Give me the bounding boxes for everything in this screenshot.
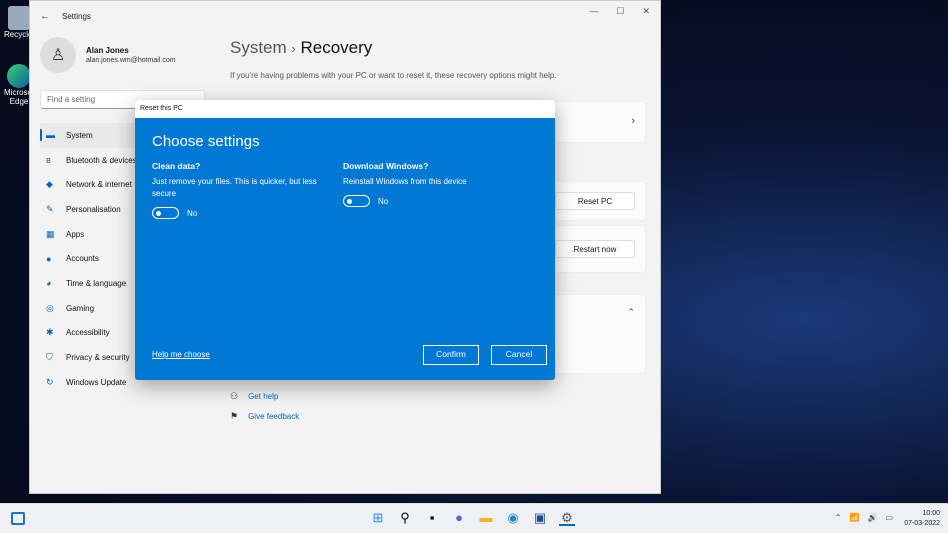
title-bar: ← Settings xyxy=(30,1,660,31)
back-button[interactable]: ← xyxy=(40,11,50,22)
download-windows-state: No xyxy=(378,196,389,206)
clean-data-title: Clean data? xyxy=(152,161,201,171)
sidebar-item-label: Gaming xyxy=(66,303,95,313)
get-help-icon: ⚇ xyxy=(230,391,239,401)
page-title: Recovery xyxy=(300,38,373,57)
update-icon: ↻ xyxy=(46,376,54,387)
minimize-button[interactable]: — xyxy=(589,6,598,17)
sidebar-item-label: Time & language xyxy=(66,278,127,288)
chevron-up-icon[interactable]: ⌃ xyxy=(835,513,842,522)
network-icon[interactable]: 📶 xyxy=(850,513,860,522)
settings-icon[interactable]: ⚙ xyxy=(559,510,575,526)
taskbar: ⊞ ⚲ ▪ ● ▬ ◉ ▣ ⚙ ⌃ 📶 🔊 ▭ 10:00 07-03-2022 xyxy=(0,503,948,533)
wifi-icon: ◆ xyxy=(46,179,53,190)
breadcrumb-system[interactable]: System xyxy=(230,38,287,57)
bluetooth-icon: ʙ xyxy=(46,155,51,166)
breadcrumb-separator: › xyxy=(291,41,296,56)
reset-pc-button[interactable]: Reset PC xyxy=(555,192,635,210)
download-windows-desc: Reinstall Windows from this device xyxy=(343,177,467,186)
download-windows-section: Download Windows? Reinstall Windows from… xyxy=(343,161,533,207)
download-windows-title: Download Windows? xyxy=(343,161,429,171)
sidebar-item-label: Bluetooth & devices xyxy=(66,155,137,165)
avatar: ♙ xyxy=(40,37,76,73)
sidebar-item-label: Network & internet xyxy=(66,180,132,190)
clean-data-toggle[interactable] xyxy=(152,207,179,219)
dialog-heading: Choose settings xyxy=(152,133,260,150)
sidebar-item-label: Privacy & security xyxy=(66,353,130,363)
file-explorer-icon[interactable]: ▬ xyxy=(478,510,494,526)
sidebar-item-label: Windows Update xyxy=(66,377,127,387)
apps-icon: ▦ xyxy=(46,228,55,239)
download-windows-toggle[interactable] xyxy=(343,195,370,207)
chevron-up-icon[interactable]: ⌃ xyxy=(627,307,635,318)
reset-pc-dialog: Reset this PC Choose settings Clean data… xyxy=(135,100,555,380)
system-icon: ▬ xyxy=(46,130,55,141)
help-me-choose-link[interactable]: Help me choose xyxy=(152,350,210,359)
edge-icon[interactable]: ◉ xyxy=(505,510,521,526)
brush-icon: ✎ xyxy=(46,203,54,214)
sidebar-item-label: Accounts xyxy=(66,254,99,264)
user-name: Alan Jones xyxy=(86,46,129,55)
cancel-button[interactable]: Cancel xyxy=(491,345,547,365)
get-help-link[interactable]: Get help xyxy=(248,392,278,401)
user-email: alan.jones.wm@hotmail.com xyxy=(86,57,176,64)
time: 10:00 xyxy=(922,510,940,517)
shield-icon: ⛉ xyxy=(46,352,53,363)
sidebar-item-label: Accessibility xyxy=(66,328,110,338)
user-profile[interactable]: ♙ Alan Jones alan.jones.wm@hotmail.com xyxy=(40,37,176,73)
globe-clock-icon: ◕ xyxy=(46,278,52,289)
dialog-title: Reset this PC xyxy=(135,100,555,118)
account-icon: ● xyxy=(46,253,52,264)
maximize-button[interactable]: ☐ xyxy=(616,6,624,17)
widgets-icon[interactable] xyxy=(11,512,25,525)
task-view-icon[interactable]: ▪ xyxy=(424,510,440,526)
clean-data-section: Clean data? Just remove your files. This… xyxy=(152,161,342,219)
start-icon[interactable]: ⊞ xyxy=(370,510,386,526)
date: 07-03-2022 xyxy=(904,520,940,527)
close-button[interactable]: ✕ xyxy=(642,6,650,17)
gamepad-icon: ◎ xyxy=(46,302,54,313)
breadcrumb: System › Recovery xyxy=(230,38,372,58)
teams-chat-icon[interactable]: ● xyxy=(451,510,467,526)
search-icon[interactable]: ⚲ xyxy=(397,510,413,526)
clean-data-desc: Just remove your files. This is quicker,… xyxy=(152,177,317,198)
clock[interactable]: 10:00 07-03-2022 xyxy=(904,509,940,529)
accessibility-icon: ✱ xyxy=(46,327,54,338)
page-subtitle: If you're having problems with your PC o… xyxy=(230,71,557,80)
sidebar-item-label: Apps xyxy=(66,229,85,239)
store-icon[interactable]: ▣ xyxy=(532,510,548,526)
give-feedback-link[interactable]: Give feedback xyxy=(248,412,299,421)
window-title: Settings xyxy=(62,11,91,21)
sidebar-item-label: System xyxy=(66,130,93,140)
sidebar-item-label: Personalisation xyxy=(66,204,121,214)
restart-now-button[interactable]: Restart now xyxy=(555,240,635,258)
battery-icon[interactable]: ▭ xyxy=(885,513,893,522)
confirm-button[interactable]: Confirm xyxy=(423,345,479,365)
feedback-icon: ⚑ xyxy=(230,411,239,421)
volume-icon[interactable]: 🔊 xyxy=(867,513,877,522)
clean-data-state: No xyxy=(187,208,198,218)
chevron-right-icon: › xyxy=(631,115,635,127)
